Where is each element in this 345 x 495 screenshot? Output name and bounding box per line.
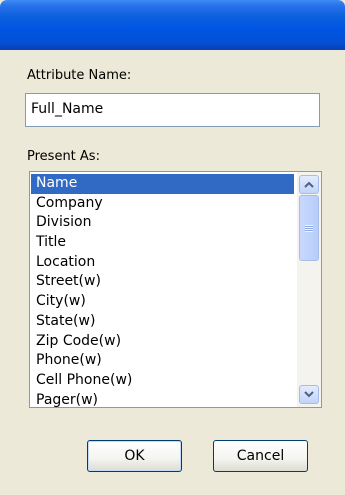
list-item-city[interactable]: City(w) xyxy=(31,292,294,312)
present-as-list[interactable]: Name Company Division Title Location Str… xyxy=(31,174,294,407)
list-item-location[interactable]: Location xyxy=(31,253,294,273)
title-bar[interactable] xyxy=(0,0,345,50)
list-item-pager[interactable]: Pager(w) xyxy=(31,391,294,407)
cancel-button[interactable]: Cancel xyxy=(213,440,308,472)
list-item-phone[interactable]: Phone(w) xyxy=(31,351,294,371)
list-scrollbar[interactable] xyxy=(297,172,321,407)
ok-button[interactable]: OK xyxy=(87,440,182,472)
grip-icon xyxy=(305,224,313,232)
attribute-name-input[interactable]: Full_Name xyxy=(25,93,320,127)
present-as-listbox[interactable]: Name Company Division Title Location Str… xyxy=(29,171,322,408)
list-item-state[interactable]: State(w) xyxy=(31,312,294,332)
list-item-company[interactable]: Company xyxy=(31,194,294,214)
attribute-name-label: Attribute Name: xyxy=(27,68,132,83)
list-item-cell-phone[interactable]: Cell Phone(w) xyxy=(31,371,294,391)
list-item-division[interactable]: Division xyxy=(31,213,294,233)
list-item-street[interactable]: Street(w) xyxy=(31,272,294,292)
list-item-title[interactable]: Title xyxy=(31,233,294,253)
scroll-down-button[interactable] xyxy=(299,385,319,404)
present-as-label: Present As: xyxy=(27,149,100,164)
scroll-up-button[interactable] xyxy=(299,175,319,194)
chevron-down-icon xyxy=(304,391,314,398)
chevron-up-icon xyxy=(304,181,314,188)
scroll-thumb[interactable] xyxy=(299,195,319,261)
list-item-name[interactable]: Name xyxy=(31,174,294,194)
list-item-zip-code[interactable]: Zip Code(w) xyxy=(31,332,294,352)
